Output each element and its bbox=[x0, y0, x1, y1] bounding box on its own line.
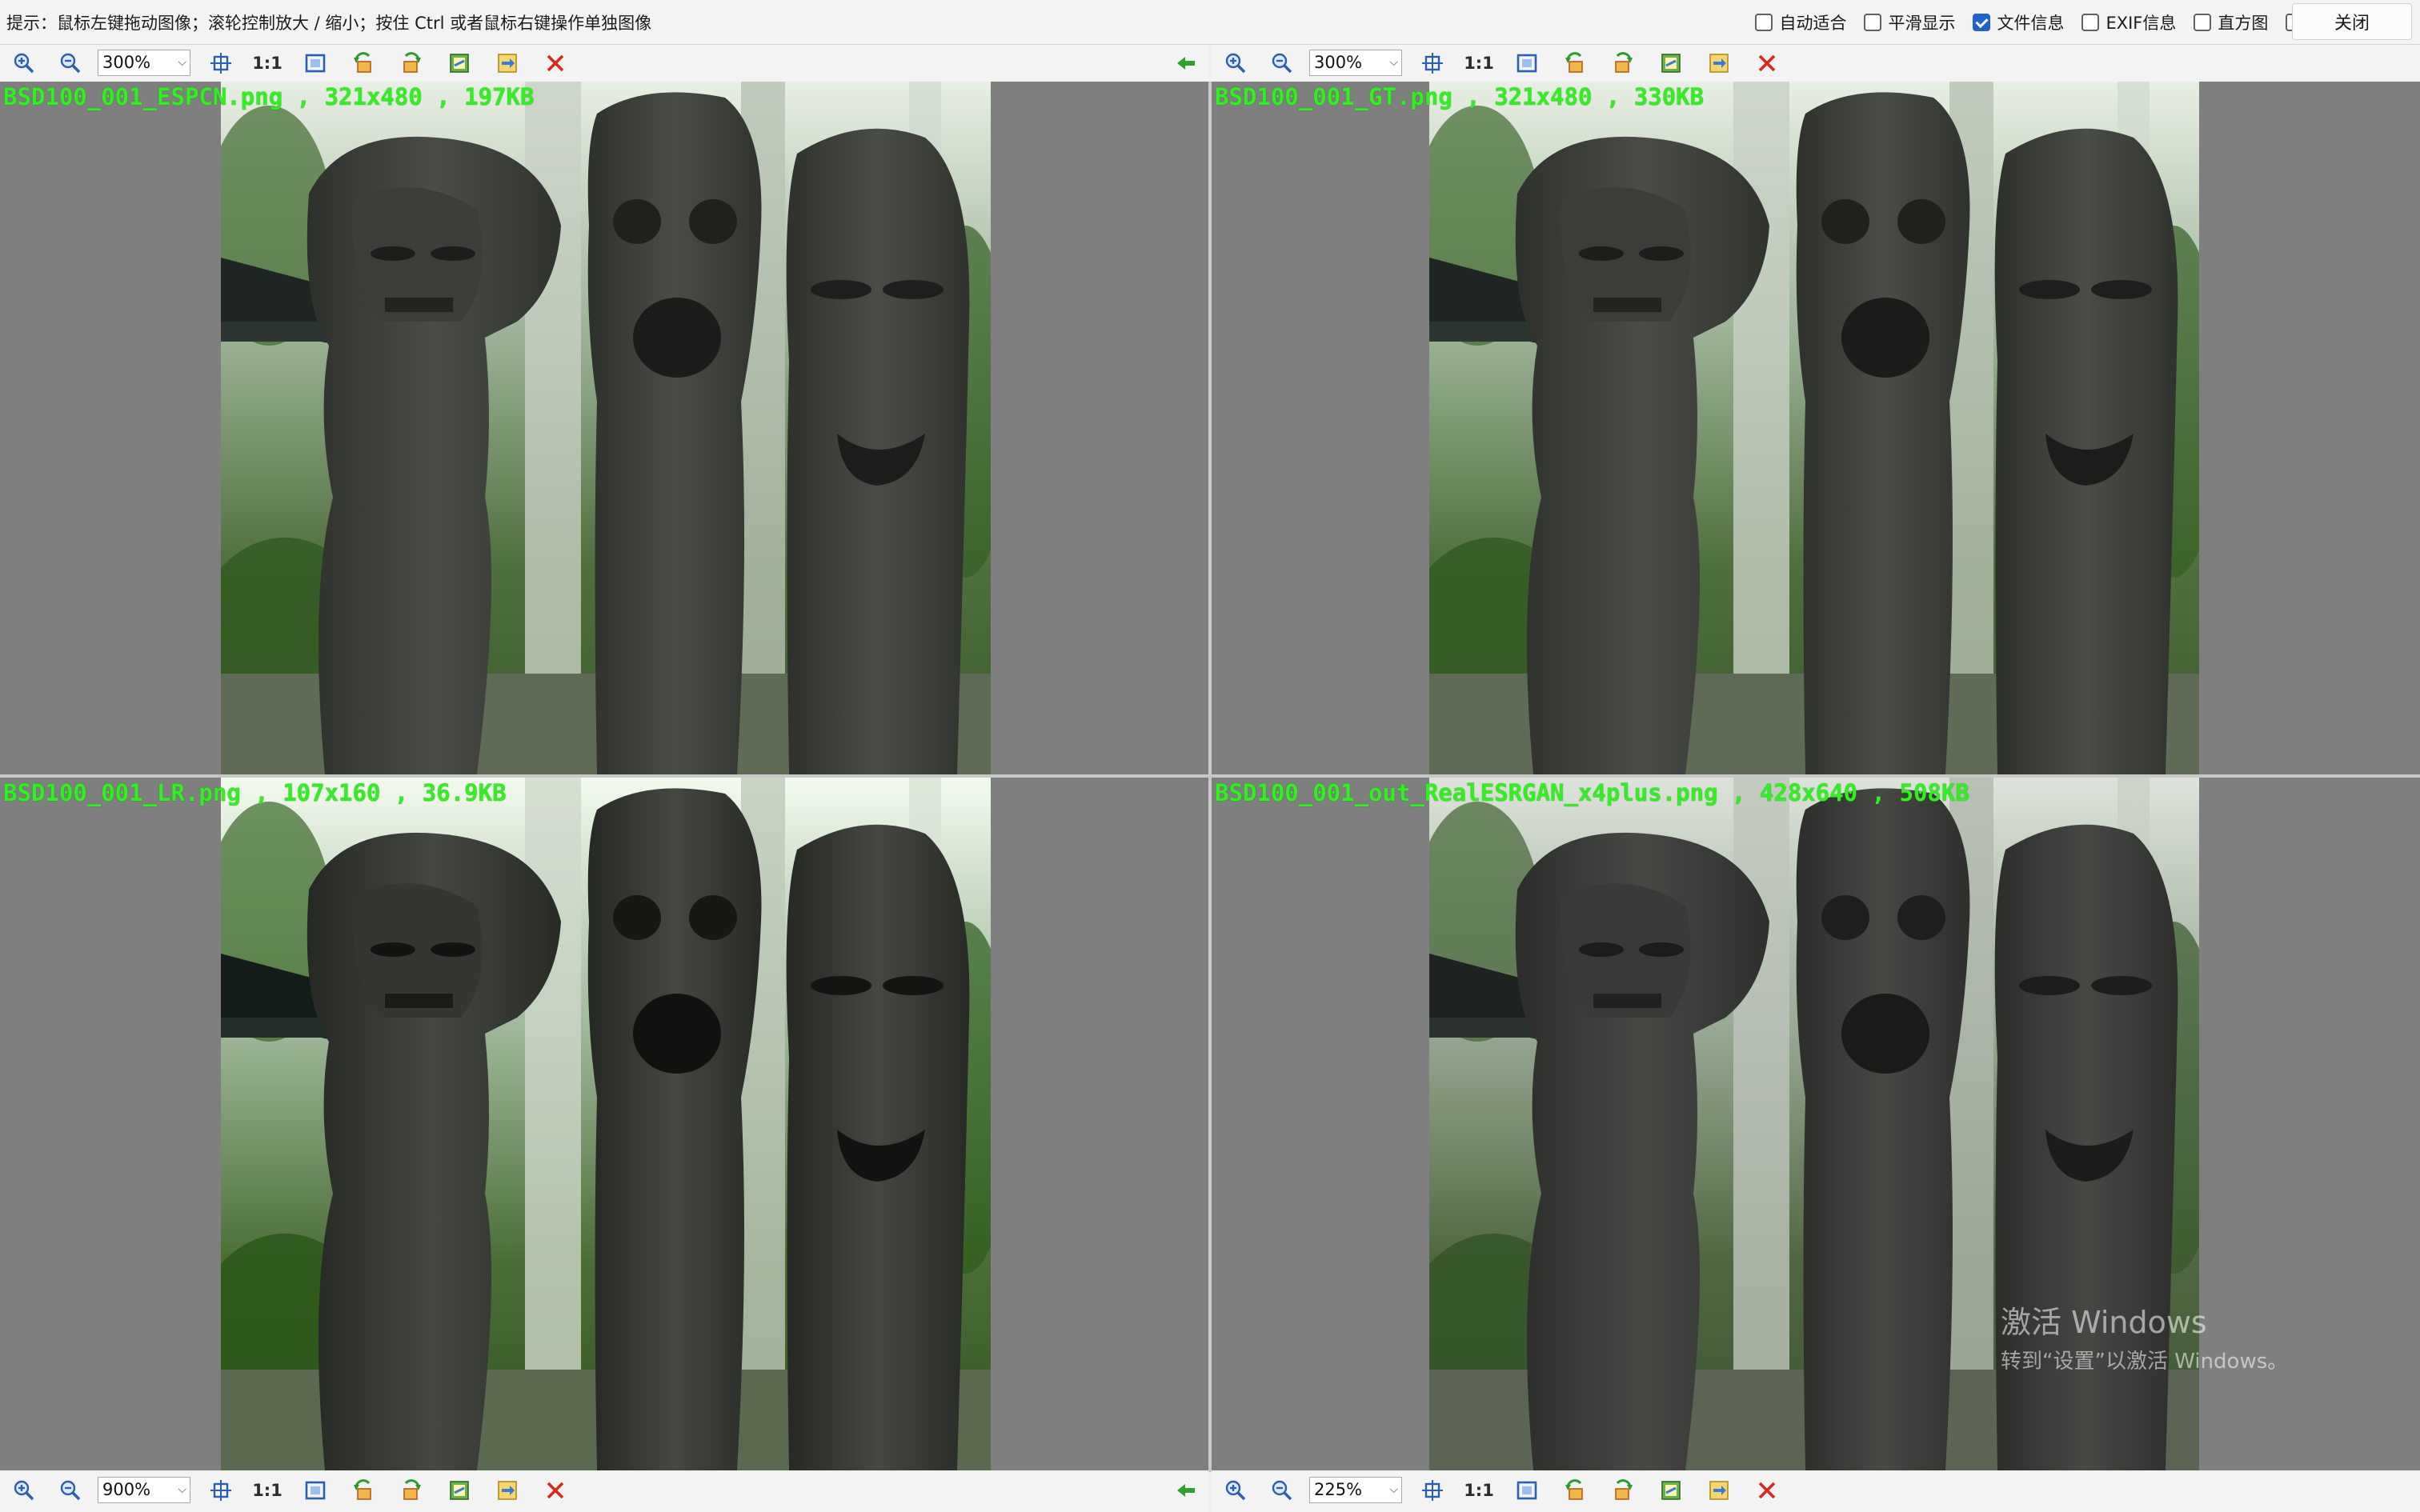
close-button[interactable]: 关闭 bbox=[2292, 3, 2412, 40]
zoom-select[interactable]: 300% ⌵ bbox=[98, 50, 190, 76]
chevron-down-icon: ⌵ bbox=[178, 1483, 186, 1496]
option-exif-info[interactable]: EXIF信息 bbox=[2081, 10, 2176, 34]
flip-vertical-icon[interactable] bbox=[495, 1478, 520, 1503]
zoom-in-icon[interactable] bbox=[11, 1478, 37, 1503]
flip-horizontal-icon[interactable] bbox=[447, 50, 472, 76]
rotate-left-icon[interactable] bbox=[351, 50, 376, 76]
chevron-down-icon: ⌵ bbox=[1389, 1483, 1398, 1496]
image-espcn bbox=[221, 82, 991, 774]
fit-window-icon[interactable] bbox=[1514, 50, 1540, 76]
zoom-in-icon[interactable] bbox=[1223, 50, 1248, 76]
histogram-checkbox[interactable] bbox=[2194, 14, 2212, 31]
pane-divider-horizontal[interactable] bbox=[0, 774, 2420, 778]
file-info-caption: BSD100_001_ESPCN.png , 321x480 , 197KB bbox=[3, 83, 535, 110]
auto-fit-checkbox[interactable] bbox=[1755, 14, 1773, 31]
option-histogram[interactable]: 直方图 bbox=[2194, 10, 2268, 34]
zoom-select[interactable]: 300% ⌵ bbox=[1309, 50, 1402, 76]
display-options: 自动适合 平滑显示 文件信息 EXIF信息 直方图 + bbox=[1737, 8, 2324, 37]
rotate-right-icon[interactable] bbox=[1610, 1478, 1636, 1503]
toolbar-bottom-right: 225% ⌵ 1:1 bbox=[1212, 1472, 2420, 1512]
file-info-caption: BSD100_001_LR.png , 107x160 , 36.9KB bbox=[3, 779, 507, 806]
usage-hint: 提示：鼠标左键拖动图像；滚轮控制放大 / 缩小；按住 Ctrl 或者鼠标右键操作… bbox=[6, 14, 652, 33]
rotate-left-icon[interactable] bbox=[351, 1478, 376, 1503]
toolbar-bottom-left: 900% ⌵ 1:1 bbox=[0, 1472, 1208, 1512]
zoom-select[interactable]: 900% ⌵ bbox=[98, 1477, 190, 1503]
zoom-in-icon[interactable] bbox=[1223, 1478, 1248, 1503]
close-image-icon[interactable] bbox=[1754, 50, 1780, 76]
option-auto-fit[interactable]: 自动适合 bbox=[1755, 10, 1846, 34]
rotate-left-icon[interactable] bbox=[1562, 1478, 1588, 1503]
flip-vertical-icon[interactable] bbox=[1706, 1478, 1732, 1503]
rotate-right-icon[interactable] bbox=[1610, 50, 1636, 76]
smooth-display-checkbox[interactable] bbox=[1864, 14, 1882, 31]
close-image-icon[interactable] bbox=[543, 1478, 568, 1503]
zoom-out-icon[interactable] bbox=[1269, 1478, 1295, 1503]
rotate-left-icon[interactable] bbox=[1562, 50, 1588, 76]
actual-size-button[interactable]: 1:1 bbox=[1464, 50, 1494, 76]
zoom-out-icon[interactable] bbox=[58, 50, 83, 76]
arrow-left-icon[interactable] bbox=[1173, 50, 1199, 76]
toolbar-top-right: 300% ⌵ 1:1 bbox=[1212, 45, 2420, 82]
zoom-out-icon[interactable] bbox=[58, 1478, 83, 1503]
rotate-right-icon[interactable] bbox=[399, 50, 424, 76]
file-info-caption: BSD100_001_GT.png , 321x480 , 330KB bbox=[1215, 83, 1705, 110]
fit-center-icon[interactable] bbox=[1420, 1478, 1445, 1503]
pane-top-right[interactable]: BSD100_001_GT.png , 321x480 , 330KB bbox=[1212, 82, 2420, 774]
file-info-caption: BSD100_001_out_RealESRGAN_x4plus.png , 4… bbox=[1215, 779, 1969, 806]
top-bar: 提示：鼠标左键拖动图像；滚轮控制放大 / 缩小；按住 Ctrl 或者鼠标右键操作… bbox=[0, 0, 2420, 45]
windows-activation-watermark: 激活 Windows 转到“设置”以激活 Windows。 bbox=[2001, 1298, 2288, 1374]
image-lr bbox=[221, 778, 991, 1470]
chevron-down-icon: ⌵ bbox=[1389, 56, 1398, 69]
pane-top-left[interactable]: BSD100_001_ESPCN.png , 321x480 , 197KB bbox=[0, 82, 1208, 774]
fit-window-icon[interactable] bbox=[302, 1478, 328, 1503]
arrow-left-icon[interactable] bbox=[1173, 1478, 1199, 1503]
fit-center-icon[interactable] bbox=[1420, 50, 1445, 76]
zoom-select[interactable]: 225% ⌵ bbox=[1309, 1477, 1402, 1503]
flip-vertical-icon[interactable] bbox=[495, 50, 520, 76]
close-image-icon[interactable] bbox=[1754, 1478, 1780, 1503]
fit-center-icon[interactable] bbox=[208, 50, 234, 76]
image-gt bbox=[1429, 82, 2199, 774]
flip-horizontal-icon[interactable] bbox=[1658, 1478, 1684, 1503]
fit-window-icon[interactable] bbox=[302, 50, 328, 76]
file-info-checkbox[interactable] bbox=[1973, 14, 1991, 31]
fit-center-icon[interactable] bbox=[208, 1478, 234, 1503]
zoom-out-icon[interactable] bbox=[1269, 50, 1295, 76]
toolbar-top-left: 300% ⌵ 1:1 bbox=[0, 45, 1208, 82]
actual-size-button[interactable]: 1:1 bbox=[252, 50, 282, 76]
option-file-info[interactable]: 文件信息 bbox=[1973, 10, 2064, 34]
rotate-right-icon[interactable] bbox=[399, 1478, 424, 1503]
flip-vertical-icon[interactable] bbox=[1706, 50, 1732, 76]
exif-info-checkbox[interactable] bbox=[2081, 14, 2100, 31]
flip-horizontal-icon[interactable] bbox=[1658, 50, 1684, 76]
watermark-subtitle: 转到“设置”以激活 Windows。 bbox=[2001, 1350, 2289, 1374]
watermark-title: 激活 Windows bbox=[2001, 1305, 2207, 1340]
fit-window-icon[interactable] bbox=[1514, 1478, 1540, 1503]
close-image-icon[interactable] bbox=[543, 50, 568, 76]
zoom-in-icon[interactable] bbox=[11, 50, 37, 76]
option-smooth-display[interactable]: 平滑显示 bbox=[1864, 10, 1955, 34]
chevron-down-icon: ⌵ bbox=[178, 56, 186, 69]
actual-size-button[interactable]: 1:1 bbox=[1464, 1478, 1494, 1503]
actual-size-button[interactable]: 1:1 bbox=[252, 1478, 282, 1503]
flip-horizontal-icon[interactable] bbox=[447, 1478, 472, 1503]
pane-bottom-left[interactable]: BSD100_001_LR.png , 107x160 , 36.9KB bbox=[0, 778, 1208, 1470]
